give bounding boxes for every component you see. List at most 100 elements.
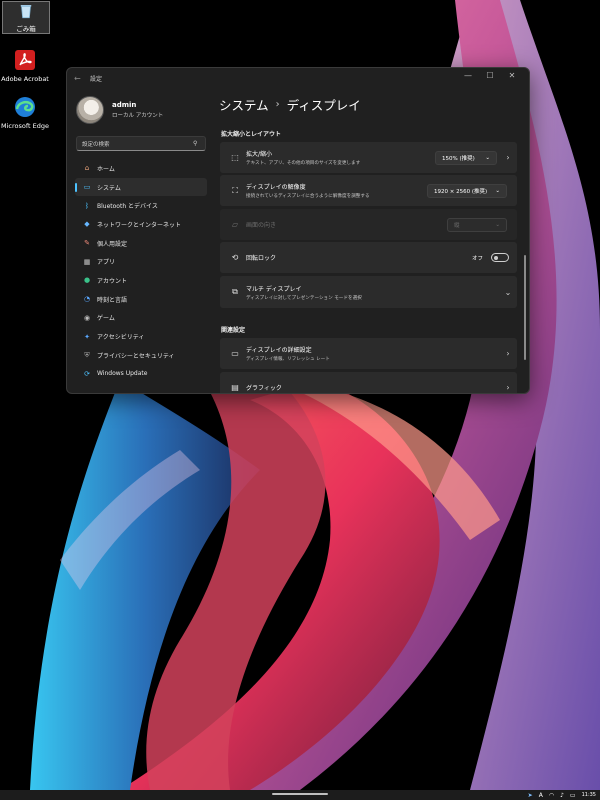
accessibility-icon: ✦: [84, 332, 90, 341]
desktop-icon-label: ごみ箱: [16, 25, 36, 33]
setting-title: グラフィック: [246, 384, 282, 392]
wifi-icon: ◆: [84, 220, 90, 229]
apps-icon: ▦: [83, 257, 91, 266]
setting-title: ディスプレイの詳細設定: [246, 347, 312, 354]
scale-icon: ⬚: [231, 153, 239, 162]
chevron-right-icon: ›: [506, 382, 510, 392]
setting-subtitle: テキスト、アプリ、その他の項目のサイズを変更します: [246, 161, 361, 166]
system-tray: ➤ A ◠ ♪ ▭ 11:35: [522, 791, 596, 799]
breadcrumb-parent[interactable]: システム: [219, 95, 269, 114]
sidebar-item-windows-update[interactable]: ⟳ Windows Update: [75, 365, 207, 384]
user-profile[interactable]: admin ローカル アカウント: [76, 96, 163, 124]
page-title: ディスプレイ: [286, 98, 361, 113]
orientation-dropdown: 縦 ⌄: [447, 217, 507, 232]
acrobat-icon: [15, 50, 35, 70]
orientation-icon: ▱: [231, 220, 239, 229]
dropdown-value: 縦: [454, 222, 460, 229]
chevron-down-icon[interactable]: ⌄: [501, 288, 515, 297]
resolution-dropdown[interactable]: 1920 × 2560 (推奨) ⌄: [427, 183, 507, 198]
close-button[interactable]: ✕: [501, 71, 523, 80]
chevron-right-icon: ›: [506, 153, 510, 162]
sidebar-item-label: Bluetooth とデバイス: [97, 203, 158, 211]
battery-icon[interactable]: ▭: [570, 792, 576, 799]
setting-title: 画面の向き: [246, 222, 277, 229]
scale-dropdown[interactable]: 150% (推奨) ⌄: [435, 150, 497, 165]
location-icon[interactable]: ➤: [528, 792, 533, 799]
setting-title: 回転ロック: [246, 255, 277, 262]
taskbar-handle[interactable]: [272, 793, 328, 795]
wifi-icon[interactable]: ◠: [549, 792, 554, 799]
time-language-icon: ◔: [83, 295, 91, 304]
update-icon: ⟳: [84, 369, 90, 378]
volume-icon[interactable]: ♪: [560, 792, 564, 799]
sidebar-item-label: プライバシーとセキュリティ: [97, 352, 175, 360]
sidebar-item-label: アクセシビリティ: [97, 334, 145, 342]
desktop-icon-recycle-bin[interactable]: ごみ箱: [2, 1, 50, 34]
sidebar-item-home[interactable]: ⌂ ホーム: [75, 159, 207, 178]
section-title-related: 関連設定: [221, 327, 246, 334]
home-icon: ⌂: [84, 164, 90, 173]
search-icon: ⚲: [193, 140, 198, 147]
taskbar: ➤ A ◠ ♪ ▭ 11:35: [0, 790, 600, 800]
setting-resolution[interactable]: ⛶ ディスプレイの解像度 接続されているディスプレイに合うように解像度を調整する…: [220, 175, 517, 206]
sidebar-item-gaming[interactable]: ◉ ゲーム: [75, 309, 207, 328]
window-title: 設定: [90, 75, 103, 83]
sidebar-item-system[interactable]: ▭ システム: [75, 177, 207, 197]
edge-icon: [15, 97, 35, 117]
maximize-button[interactable]: ☐: [479, 71, 501, 80]
toggle-state-label: オフ: [471, 255, 483, 262]
desktop-icon-acrobat[interactable]: Adobe Acrobat: [1, 48, 49, 83]
sidebar-item-time-language[interactable]: ◔ 時刻と言語: [75, 290, 207, 309]
sidebar-item-privacy[interactable]: ⛨ プライバシーとセキュリティ: [75, 346, 207, 365]
search-input[interactable]: 設定の検索 ⚲: [76, 136, 206, 151]
desktop-icon-edge[interactable]: Microsoft Edge: [1, 95, 50, 130]
sidebar-item-label: システム: [97, 184, 121, 192]
game-icon: ◉: [83, 313, 91, 322]
multi-display-icon: ⧉: [232, 287, 238, 296]
sidebar-item-label: ネットワークとインターネット: [97, 221, 182, 229]
sidebar-item-personalization[interactable]: ✎ 個人用設定: [75, 234, 207, 253]
rotation-lock-icon: ⟲: [231, 253, 239, 262]
bluetooth-icon: ᛒ: [84, 201, 90, 210]
ime-icon[interactable]: A: [539, 792, 543, 799]
setting-multi-display[interactable]: ⧉ マルチ ディスプレイ ディスプレイに対してプレゼンテーション モードを選択 …: [220, 276, 517, 308]
dropdown-value: 1920 × 2560 (推奨): [434, 188, 488, 195]
recycle-bin-icon: [20, 5, 32, 19]
setting-title: ディスプレイの解像度: [246, 184, 306, 191]
breadcrumb: システム › ディスプレイ: [219, 95, 361, 114]
scrollbar[interactable]: [524, 255, 526, 360]
sidebar-item-bluetooth[interactable]: ᛒ Bluetooth とデバイス: [75, 196, 207, 215]
setting-advanced-display[interactable]: ▭ ディスプレイの詳細設定 ディスプレイ情報、リフレッシュ レート ›: [220, 338, 517, 369]
clock[interactable]: 11:35: [582, 792, 596, 798]
toggle-knob: [494, 255, 498, 260]
account-type: ローカル アカウント: [112, 113, 164, 119]
title-bar[interactable]: ← 設定 — ☐ ✕: [67, 68, 529, 88]
settings-window: ← 設定 — ☐ ✕ admin ローカル アカウント 設定の検索 ⚲ ⌂ ホー…: [66, 67, 530, 394]
sidebar-item-network[interactable]: ◆ ネットワークとインターネット: [75, 215, 207, 234]
resolution-icon: ⛶: [232, 185, 238, 195]
chevron-down-icon: ⌄: [495, 221, 500, 228]
setting-title: 拡大/縮小: [246, 151, 273, 158]
sidebar-item-accounts[interactable]: ● アカウント: [75, 271, 207, 290]
setting-graphics[interactable]: ▤ グラフィック ›: [220, 372, 517, 393]
setting-rotation-lock[interactable]: ⟲ 回転ロック オフ: [220, 242, 517, 273]
chevron-down-icon: ⌄: [485, 154, 490, 161]
sidebar-item-accessibility[interactable]: ✦ アクセシビリティ: [75, 327, 207, 346]
sidebar-item-label: アプリ: [97, 259, 116, 267]
search-placeholder: 設定の検索: [82, 141, 110, 148]
setting-scale[interactable]: ⬚ 拡大/縮小 テキスト、アプリ、その他の項目のサイズを変更します 150% (…: [220, 142, 517, 173]
user-name: admin: [112, 101, 137, 109]
chevron-down-icon: ⌄: [495, 187, 500, 194]
brush-icon: ✎: [84, 239, 90, 248]
minimize-button[interactable]: —: [457, 71, 479, 80]
chevron-right-icon: ›: [506, 349, 510, 358]
dropdown-value: 150% (推奨): [442, 155, 475, 162]
setting-title: マルチ ディスプレイ: [246, 285, 302, 293]
sidebar-item-label: アカウント: [97, 277, 128, 285]
sidebar-item-apps[interactable]: ▦ アプリ: [75, 252, 207, 271]
section-title-scale-layout: 拡大縮小とレイアウト: [221, 131, 282, 138]
desktop-icon-label: Microsoft Edge: [1, 122, 50, 130]
back-arrow-icon[interactable]: ←: [74, 74, 86, 83]
rotation-lock-toggle[interactable]: [491, 253, 509, 262]
shield-icon: ⛨: [84, 350, 90, 359]
